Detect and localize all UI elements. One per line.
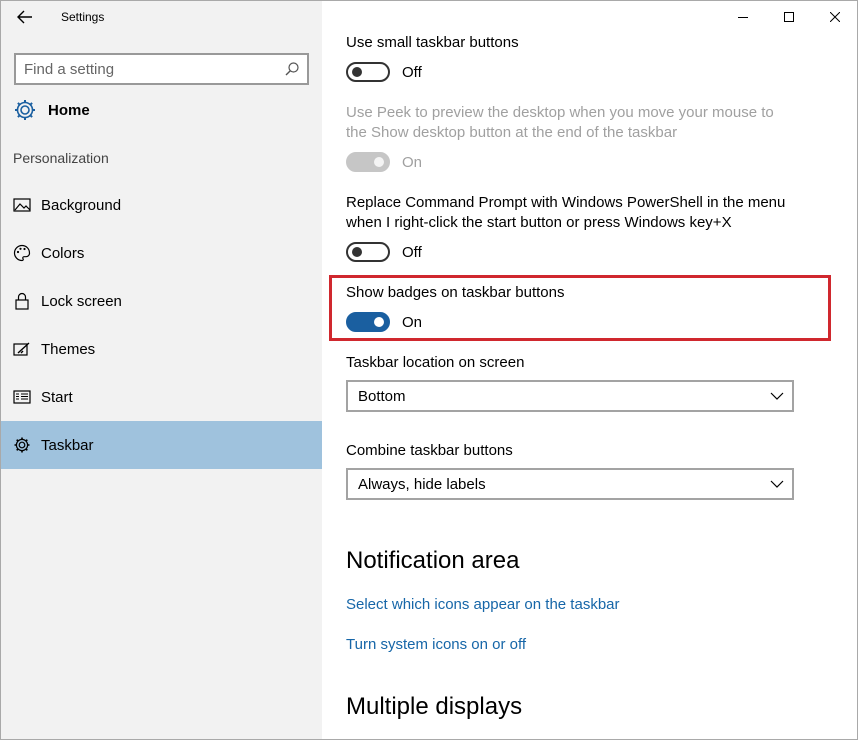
sidebar-item-themes[interactable]: Themes [1, 325, 322, 373]
search-icon[interactable] [284, 61, 300, 77]
peek-toggle-row: On [346, 152, 422, 172]
taskbar-location-label: Taskbar location on screen [346, 354, 525, 371]
maximize-icon [784, 12, 794, 22]
start-icon [13, 388, 31, 406]
toggle-state: Off [402, 243, 422, 261]
close-icon [830, 12, 840, 22]
combine-buttons-dropdown[interactable]: Always, hide labels [346, 468, 794, 500]
sidebar-item-taskbar[interactable]: Taskbar [1, 421, 322, 469]
maximize-button[interactable] [766, 1, 812, 33]
gear-icon [13, 436, 31, 454]
settings-window: Settings Home Personalization [0, 0, 858, 740]
setting-title: the Show desktop button at the end of th… [346, 124, 678, 141]
small-taskbar-buttons-toggle[interactable] [346, 62, 390, 82]
sidebar-item-label: Lock screen [41, 292, 122, 310]
toggle-knob [374, 157, 384, 167]
dropdown-value: Bottom [358, 387, 406, 405]
search-box[interactable] [14, 53, 309, 85]
themes-icon [13, 340, 31, 358]
peek-toggle [346, 152, 390, 172]
toggle-state: On [402, 313, 423, 331]
back-arrow-icon [17, 10, 32, 24]
section-label: Personalization [13, 150, 109, 166]
chevron-down-icon [770, 392, 784, 400]
sidebar-item-label: Colors [41, 244, 85, 262]
close-button[interactable] [812, 1, 857, 33]
back-button[interactable] [11, 5, 39, 29]
toggle-state: On [402, 153, 423, 171]
powershell-toggle-row[interactable]: Off [346, 242, 422, 262]
sidebar-item-background[interactable]: Background [1, 181, 322, 229]
minimize-button[interactable] [720, 1, 766, 33]
minimize-icon [738, 17, 748, 18]
toggle-knob [374, 317, 384, 327]
title-bar: Settings [1, 1, 322, 33]
palette-icon [13, 244, 31, 262]
toggle-state: Off [402, 63, 422, 81]
select-icons-link[interactable]: Select which icons appear on the taskbar [346, 596, 620, 613]
small-taskbar-buttons-toggle-row[interactable]: Off [346, 62, 422, 82]
sidebar-item-label: Taskbar [41, 436, 94, 454]
app-title: Settings [61, 10, 105, 24]
chevron-down-icon [770, 480, 784, 488]
taskbar-location-dropdown[interactable]: Bottom [346, 380, 794, 412]
search-input[interactable] [24, 60, 274, 78]
toggle-knob [352, 67, 362, 77]
sidebar-item-label: Background [41, 196, 122, 214]
setting-title: Use small taskbar buttons [346, 34, 519, 51]
notification-area-heading: Notification area [346, 547, 520, 574]
lock-icon [13, 292, 31, 310]
combine-buttons-label: Combine taskbar buttons [346, 442, 513, 459]
sidebar: Settings Home Personalization [1, 1, 322, 739]
sidebar-item-label: Themes [41, 340, 96, 358]
setting-title: when I right-click the start button or p… [346, 214, 732, 231]
multiple-displays-heading: Multiple displays [346, 693, 523, 720]
sidebar-item-label: Start [41, 388, 73, 406]
home-label: Home [48, 101, 90, 119]
picture-icon [13, 196, 31, 214]
setting-title: Replace Command Prompt with Windows Powe… [346, 194, 786, 211]
sidebar-item-lock-screen[interactable]: Lock screen [1, 277, 322, 325]
powershell-toggle[interactable] [346, 242, 390, 262]
home-nav-item[interactable]: Home [13, 95, 313, 125]
toggle-knob [352, 247, 362, 257]
gear-icon [13, 98, 37, 122]
system-icons-link[interactable]: Turn system icons on or off [346, 636, 526, 653]
badges-toggle-row[interactable]: On [346, 312, 422, 332]
badges-toggle[interactable] [346, 312, 390, 332]
setting-title: Show badges on taskbar buttons [346, 284, 565, 301]
setting-title: Use Peek to preview the desktop when you… [346, 104, 774, 121]
sidebar-item-start[interactable]: Start [1, 373, 322, 421]
sidebar-item-colors[interactable]: Colors [1, 229, 322, 277]
dropdown-value: Always, hide labels [358, 475, 486, 493]
